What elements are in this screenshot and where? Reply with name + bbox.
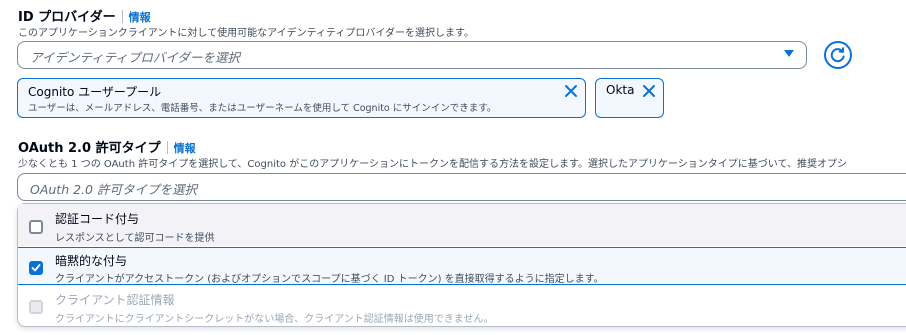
idp-label: ID プロバイダー bbox=[18, 10, 116, 25]
idp-header: ID プロバイダー 情報 bbox=[18, 6, 151, 25]
option-title: 暗黙的な付与 bbox=[55, 254, 128, 268]
option-description: クライアントがアクセストークン (およびオプションでスコープに基づく ID トー… bbox=[55, 274, 604, 285]
option-client-credentials: クライアント認証情報 クライアントにクライアントシークレットがない場合、クライア… bbox=[18, 286, 906, 326]
option-title: 認証コード付与 bbox=[55, 212, 140, 226]
close-icon[interactable] bbox=[642, 84, 656, 98]
oauth-select-placeholder: OAuth 2.0 許可タイプを選択 bbox=[30, 182, 197, 197]
oauth-select[interactable]: OAuth 2.0 許可タイプを選択 bbox=[17, 173, 906, 201]
divider bbox=[166, 141, 168, 154]
caret-down-icon bbox=[784, 50, 794, 57]
idp-select-placeholder: アイデンティティプロバイダーを選択 bbox=[30, 50, 240, 65]
idp-description: このアプリケーションクライアントに対して使用可能なアイデンティティプロバイダーを… bbox=[18, 28, 474, 39]
check-icon bbox=[31, 264, 41, 272]
checkbox-disabled bbox=[29, 300, 43, 314]
idp-token-okta: Okta bbox=[595, 78, 664, 118]
option-implicit[interactable]: 暗黙的な付与 クライアントがアクセストークン (およびオプションでスコープに基づ… bbox=[18, 247, 906, 285]
oauth-info-link[interactable]: 情報 bbox=[174, 142, 196, 155]
checkbox[interactable] bbox=[29, 220, 43, 234]
option-auth-code[interactable]: 認証コード付与 レスポンスとして認可コードを提供 bbox=[18, 204, 906, 246]
divider bbox=[121, 10, 123, 23]
checkbox-checked[interactable] bbox=[29, 261, 43, 275]
option-description: レスポンスとして認可コードを提供 bbox=[55, 233, 215, 244]
refresh-button[interactable] bbox=[824, 41, 852, 69]
idp-token-cognito: Cognito ユーザープール ユーザーは、メールアドレス、電話番号、またはユー… bbox=[17, 78, 586, 118]
token-description: ユーザーは、メールアドレス、電話番号、またはユーザーネームを使用して Cogni… bbox=[28, 103, 497, 114]
close-icon[interactable] bbox=[564, 84, 578, 98]
oauth-dropdown-list: 認証コード付与 レスポンスとして認可コードを提供 暗黙的な付与 クライアントがア… bbox=[17, 203, 906, 327]
token-title: Okta bbox=[606, 83, 635, 97]
option-description: クライアントにクライアントシークレットがない場合、クライアント認証情報は使用でき… bbox=[55, 314, 494, 325]
oauth-description: 少なくとも 1 つの OAuth 許可タイプを選択して、Cognito がこのア… bbox=[18, 159, 847, 170]
idp-info-link[interactable]: 情報 bbox=[129, 11, 151, 24]
refresh-icon bbox=[830, 47, 845, 63]
option-title: クライアント認証情報 bbox=[55, 293, 175, 307]
idp-select[interactable]: アイデンティティプロバイダーを選択 bbox=[17, 41, 807, 69]
oauth-label: OAuth 2.0 許可タイプ bbox=[18, 141, 161, 156]
oauth-header: OAuth 2.0 許可タイプ 情報 bbox=[18, 137, 196, 156]
token-title: Cognito ユーザープール bbox=[28, 85, 162, 99]
